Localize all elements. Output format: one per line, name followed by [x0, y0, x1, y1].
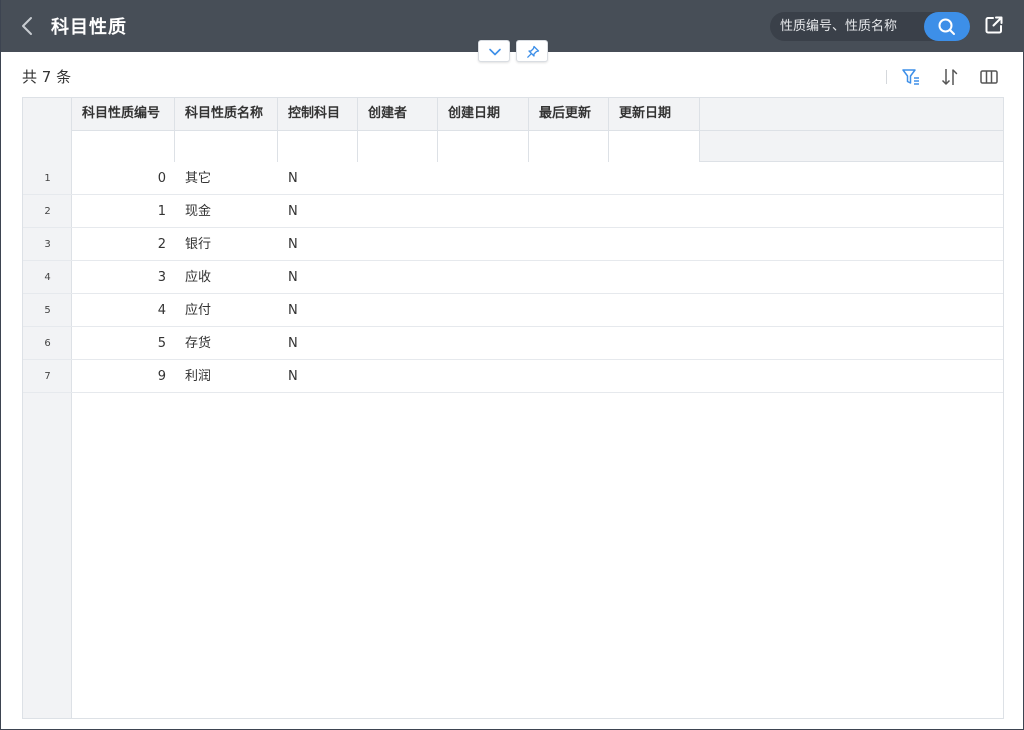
app-window: 科目性质 共 7 条 [0, 0, 1024, 730]
columns-icon [980, 70, 998, 84]
filter-button[interactable] [900, 66, 922, 88]
column-header[interactable]: 创建日期 [438, 98, 529, 130]
columns-button[interactable] [978, 66, 1000, 88]
back-button[interactable] [17, 14, 39, 38]
table-row[interactable]: 1 0 其它 N [23, 162, 1003, 195]
cell-name[interactable]: 应收 [175, 261, 278, 294]
cell-name[interactable]: 现金 [175, 195, 278, 228]
cell-control[interactable]: N [278, 294, 358, 327]
header-bar: 科目性质 [1, 0, 1024, 52]
row-number: 7 [44, 371, 51, 382]
cell-control[interactable]: N [278, 261, 358, 294]
search-box [770, 12, 970, 41]
pin-header-button[interactable] [516, 40, 548, 62]
cell-code[interactable]: 5 [72, 327, 175, 360]
sort-icon [941, 69, 958, 85]
column-header[interactable]: 更新日期 [609, 98, 700, 130]
data-grid: 科目性质编号 科目性质名称 控制科目 创建者 创建日期 最后更新 更新日期 1 … [22, 97, 1004, 719]
cell-control[interactable]: N [278, 195, 358, 228]
row-number: 1 [44, 173, 51, 184]
cell-control[interactable]: N [278, 228, 358, 261]
cell-name[interactable]: 利润 [175, 360, 278, 393]
cell-control[interactable]: N [278, 360, 358, 393]
column-filter-input[interactable] [72, 131, 175, 162]
column-header[interactable]: 创建者 [358, 98, 438, 130]
table-row[interactable]: 4 3 应收 N [23, 261, 1003, 294]
table-row[interactable]: 7 9 利润 N [23, 360, 1003, 393]
external-link-icon [985, 16, 1003, 34]
row-number: 3 [44, 239, 51, 250]
cell-code[interactable]: 9 [72, 360, 175, 393]
cell-code[interactable]: 4 [72, 294, 175, 327]
cell-code[interactable]: 0 [72, 162, 175, 195]
row-number: 4 [44, 272, 51, 283]
page-title: 科目性质 [51, 17, 127, 38]
table-row[interactable]: 6 5 存货 N [23, 327, 1003, 360]
column-filter-input[interactable] [529, 131, 609, 162]
column-filter-input[interactable] [609, 131, 700, 162]
column-filter-input[interactable] [358, 131, 438, 162]
table-row[interactable]: 5 4 应付 N [23, 294, 1003, 327]
row-number: 2 [44, 206, 51, 217]
search-icon [938, 18, 955, 35]
sort-button[interactable] [939, 66, 961, 88]
column-filter-input[interactable] [438, 131, 529, 162]
search-button[interactable] [924, 12, 970, 41]
cell-code[interactable]: 3 [72, 261, 175, 294]
column-header[interactable]: 科目性质名称 [175, 98, 278, 130]
search-input[interactable] [770, 12, 930, 41]
cell-control[interactable]: N [278, 327, 358, 360]
column-header[interactable]: 控制科目 [278, 98, 358, 130]
pin-icon [527, 45, 540, 58]
export-button[interactable] [984, 15, 1004, 35]
total-count: 共 7 条 [22, 68, 72, 86]
chevron-down-icon [489, 48, 501, 56]
cell-name[interactable]: 应付 [175, 294, 278, 327]
cell-name[interactable]: 其它 [175, 162, 278, 195]
row-number: 5 [44, 305, 51, 316]
column-filter-input[interactable] [175, 131, 278, 162]
table-row[interactable]: 2 1 现金 N [23, 195, 1003, 228]
cell-code[interactable]: 1 [72, 195, 175, 228]
cell-name[interactable]: 银行 [175, 228, 278, 261]
chevron-left-icon [22, 17, 32, 35]
cell-name[interactable]: 存货 [175, 327, 278, 360]
filter-icon [902, 69, 919, 85]
toolbar-divider [886, 70, 887, 84]
cell-code[interactable]: 2 [72, 228, 175, 261]
column-header[interactable]: 科目性质编号 [72, 98, 175, 130]
column-header[interactable]: 最后更新 [529, 98, 609, 130]
row-number: 6 [44, 338, 51, 349]
cell-control[interactable]: N [278, 162, 358, 195]
column-filter-input[interactable] [278, 131, 358, 162]
table-row[interactable]: 3 2 银行 N [23, 228, 1003, 261]
collapse-header-button[interactable] [478, 40, 510, 62]
